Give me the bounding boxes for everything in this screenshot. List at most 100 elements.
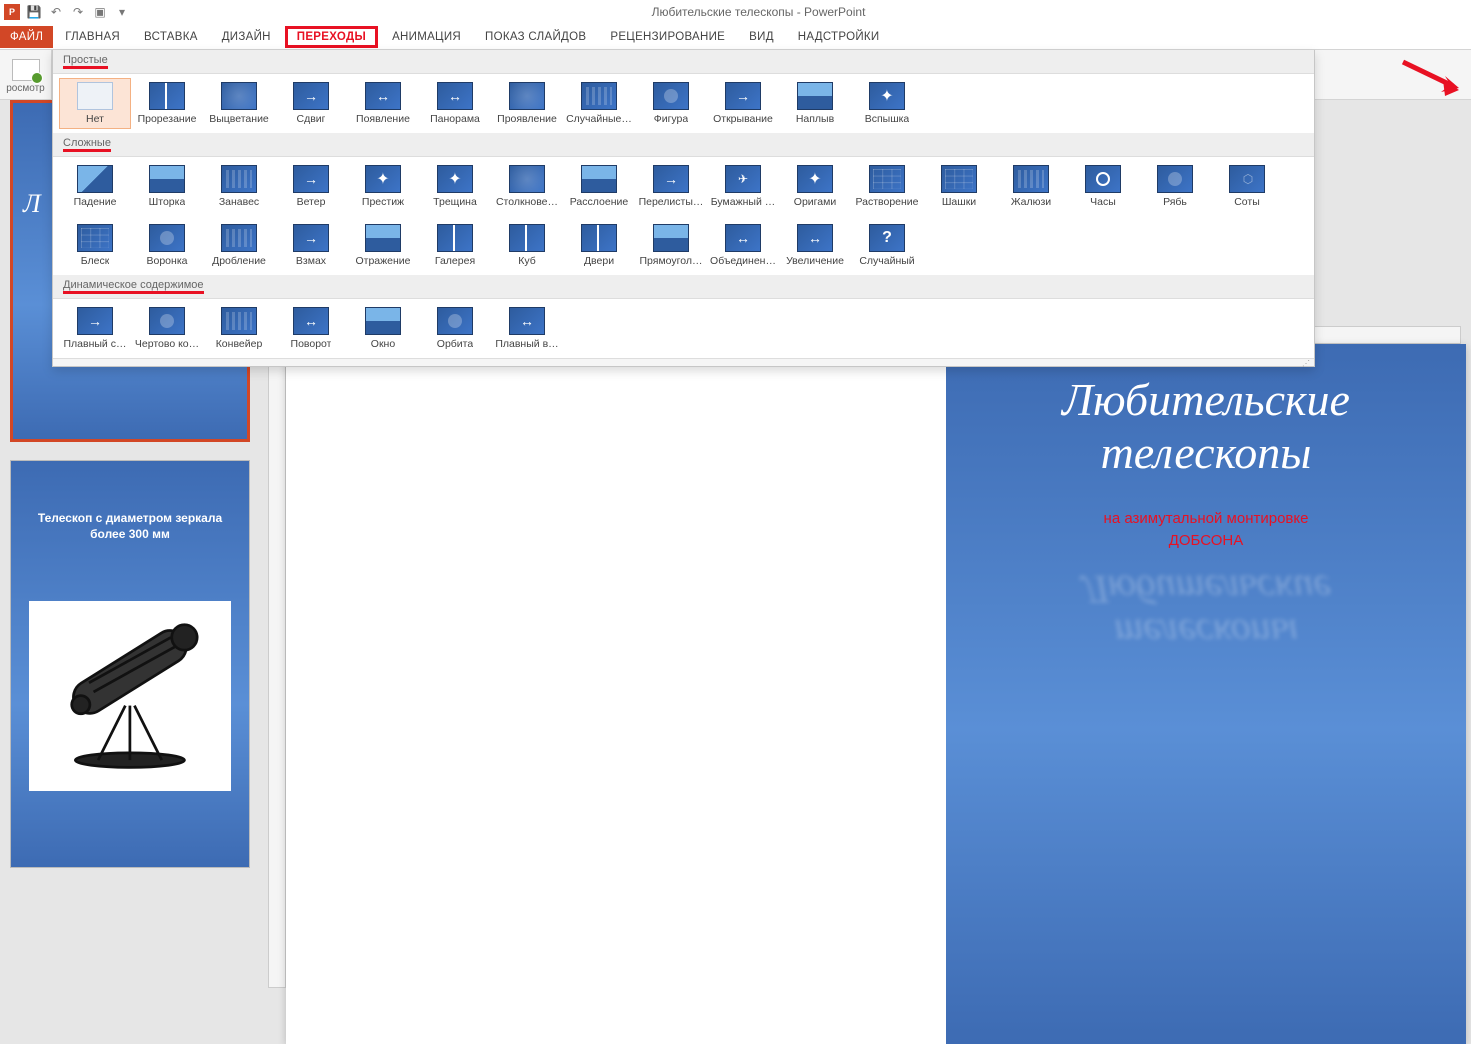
- transition-панорама[interactable]: Панорама: [419, 78, 491, 129]
- transition-плавныйс[interactable]: Плавный с…: [59, 303, 131, 354]
- transition-окно[interactable]: Окно: [347, 303, 419, 354]
- transition-label: Плавный в…: [495, 338, 558, 350]
- transition-галерея[interactable]: Галерея: [419, 220, 491, 271]
- redo-icon[interactable]: ↷: [70, 4, 86, 20]
- transition-падение[interactable]: Падение: [59, 161, 131, 212]
- tab-transitions[interactable]: ПЕРЕХОДЫ: [285, 26, 378, 48]
- tab-home[interactable]: ГЛАВНАЯ: [53, 26, 132, 48]
- slide2-image-placeholder: [29, 601, 231, 791]
- slide1-partial-title: Л: [23, 189, 41, 219]
- transition-label: Рябь: [1163, 196, 1187, 208]
- customize-qat-icon[interactable]: ▾: [114, 4, 130, 20]
- transition-фигура[interactable]: Фигура: [635, 78, 707, 129]
- transition-жалюзи[interactable]: Жалюзи: [995, 161, 1067, 212]
- transition-thumb-icon: [1229, 165, 1265, 193]
- transition-thumb-icon: [869, 165, 905, 193]
- gallery-section-dynamic: Динамическое содержимое: [53, 275, 1314, 299]
- transition-конвейер[interactable]: Конвейер: [203, 303, 275, 354]
- tab-addins[interactable]: НАДСТРОЙКИ: [786, 26, 892, 48]
- transition-случайные[interactable]: Случайные…: [563, 78, 635, 129]
- transition-thumb-icon: [725, 82, 761, 110]
- save-icon[interactable]: 💾: [26, 4, 42, 20]
- transition-thumb-icon: [653, 165, 689, 193]
- transition-трещина[interactable]: Трещина: [419, 161, 491, 212]
- transition-растворение[interactable]: Растворение: [851, 161, 923, 212]
- transition-объединен[interactable]: Объединен…: [707, 220, 779, 271]
- transition-label: Взмах: [296, 255, 326, 267]
- transition-двери[interactable]: Двери: [563, 220, 635, 271]
- slide-canvas[interactable]: Любительские телескопы на азимутальной м…: [286, 344, 1466, 1044]
- transition-label: Бумажный …: [711, 196, 776, 208]
- tab-slideshow[interactable]: ПОКАЗ СЛАЙДОВ: [473, 26, 598, 48]
- transition-дробление[interactable]: Дробление: [203, 220, 275, 271]
- transition-label: Фигура: [654, 113, 689, 125]
- transition-появление[interactable]: Появление: [347, 78, 419, 129]
- transition-thumb-icon: [869, 82, 905, 110]
- transition-label: Открывание: [713, 113, 773, 125]
- transition-куб[interactable]: Куб: [491, 220, 563, 271]
- transition-thumb-icon: [581, 165, 617, 193]
- transition-случайный[interactable]: Случайный: [851, 220, 923, 271]
- transition-плавныйв[interactable]: Плавный в…: [491, 303, 563, 354]
- transition-рябь[interactable]: Рябь: [1139, 161, 1211, 212]
- transition-thumb-icon: [77, 165, 113, 193]
- start-from-beginning-icon[interactable]: ▣: [92, 4, 108, 20]
- transition-престиж[interactable]: Престиж: [347, 161, 419, 212]
- gallery-section-simple: Простые: [53, 50, 1314, 74]
- transition-выцветание[interactable]: Выцветание: [203, 78, 275, 129]
- transition-thumb-icon: [509, 165, 545, 193]
- transition-воронка[interactable]: Воронка: [131, 220, 203, 271]
- transition-thumb-icon: [725, 224, 761, 252]
- transition-label: Орбита: [437, 338, 473, 350]
- ruler-vertical: [268, 344, 286, 988]
- transition-занавес[interactable]: Занавес: [203, 161, 275, 212]
- transition-соты[interactable]: Соты: [1211, 161, 1283, 212]
- transition-label: Ветер: [297, 196, 326, 208]
- transition-орбита[interactable]: Орбита: [419, 303, 491, 354]
- transition-thumb-icon: [509, 82, 545, 110]
- slide-subtitle: на азимутальной монтировке ДОБСОНА: [1104, 508, 1309, 553]
- tab-insert[interactable]: ВСТАВКА: [132, 26, 210, 48]
- transition-наплыв[interactable]: Наплыв: [779, 78, 851, 129]
- gallery-resize-handle[interactable]: ⋰: [53, 358, 1314, 366]
- transition-бумажный[interactable]: Бумажный …: [707, 161, 779, 212]
- transition-label: Вспышка: [865, 113, 910, 125]
- tab-design[interactable]: ДИЗАЙН: [210, 26, 283, 48]
- transition-открывание[interactable]: Открывание: [707, 78, 779, 129]
- transition-перелисты[interactable]: Перелисты…: [635, 161, 707, 212]
- tab-view[interactable]: ВИД: [737, 26, 786, 48]
- transition-label: Объединен…: [710, 255, 776, 267]
- transition-сдвиг[interactable]: Сдвиг: [275, 78, 347, 129]
- transition-ветер[interactable]: Ветер: [275, 161, 347, 212]
- transition-взмах[interactable]: Взмах: [275, 220, 347, 271]
- transition-label: Двери: [584, 255, 614, 267]
- tab-review[interactable]: РЕЦЕНЗИРОВАНИЕ: [598, 26, 737, 48]
- transition-шашки[interactable]: Шашки: [923, 161, 995, 212]
- transition-label: Наплыв: [796, 113, 834, 125]
- transition-отражение[interactable]: Отражение: [347, 220, 419, 271]
- gallery-row-complex2: БлескВоронкаДробление Взмах ОтражениеГалер…: [53, 216, 1314, 275]
- slide-thumbnail-2[interactable]: Телескоп с диаметром зеркала более 300 м…: [10, 460, 250, 868]
- transition-прямоугол[interactable]: Прямоугол…: [635, 220, 707, 271]
- transition-проявление[interactable]: Проявление: [491, 78, 563, 129]
- transition-шторка[interactable]: Шторка: [131, 161, 203, 212]
- transition-оригами[interactable]: Оригами: [779, 161, 851, 212]
- transition-блеск[interactable]: Блеск: [59, 220, 131, 271]
- transition-чертовоко[interactable]: Чертово ко…: [131, 303, 203, 354]
- transition-вспышка[interactable]: Вспышка: [851, 78, 923, 129]
- transition-поворот[interactable]: Поворот: [275, 303, 347, 354]
- transition-часы[interactable]: Часы: [1067, 161, 1139, 212]
- transition-столкнове[interactable]: Столкнове…: [491, 161, 563, 212]
- transition-увеличение[interactable]: Увеличение: [779, 220, 851, 271]
- tab-animation[interactable]: АНИМАЦИЯ: [380, 26, 473, 48]
- transition-прорезание[interactable]: Прорезание: [131, 78, 203, 129]
- transition-расслоение[interactable]: Расслоение: [563, 161, 635, 212]
- tab-file[interactable]: ФАЙЛ: [0, 26, 53, 48]
- transition-нет[interactable]: Нет: [59, 78, 131, 129]
- preview-group[interactable]: росмотр: [0, 50, 52, 99]
- transition-label: Падение: [74, 196, 117, 208]
- transition-thumb-icon: [509, 307, 545, 335]
- gallery-section-complex: Сложные: [53, 133, 1314, 157]
- undo-icon[interactable]: ↶: [48, 4, 64, 20]
- preview-label: росмотр: [6, 83, 44, 94]
